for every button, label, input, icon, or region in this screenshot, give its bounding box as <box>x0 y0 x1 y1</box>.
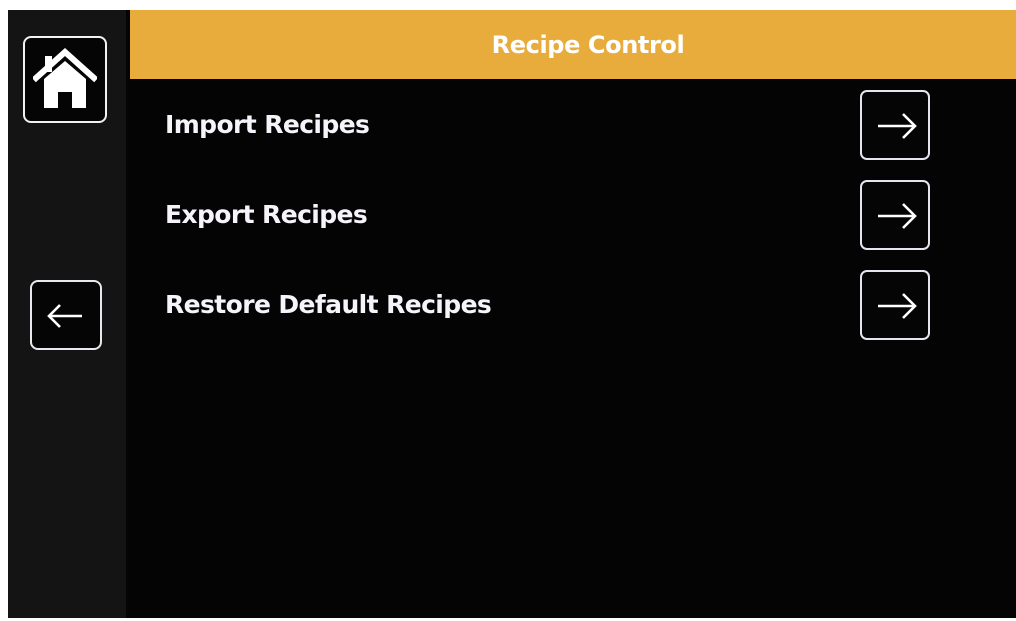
menu-item-label[interactable]: Import Recipes <box>165 110 370 139</box>
sidebar <box>8 10 126 618</box>
home-button[interactable] <box>23 36 107 123</box>
restore-default-recipes-button[interactable] <box>860 270 930 340</box>
arrow-right-icon <box>878 293 917 319</box>
import-recipes-button[interactable] <box>860 90 930 160</box>
menu-item-import-recipes: Import Recipes <box>130 90 1016 170</box>
back-button[interactable] <box>30 280 102 350</box>
menu-item-label[interactable]: Restore Default Recipes <box>165 290 492 319</box>
menu-item-export-recipes: Export Recipes <box>130 180 1016 260</box>
page-title: Recipe Control <box>491 30 685 59</box>
menu-item-restore-default-recipes: Restore Default Recipes <box>130 270 1016 350</box>
export-recipes-button[interactable] <box>860 180 930 250</box>
screen: Recipe Control Import Recipes Export Rec… <box>8 10 1016 618</box>
arrow-left-icon <box>47 304 82 328</box>
arrow-right-icon <box>878 113 917 139</box>
menu-item-label[interactable]: Export Recipes <box>165 200 368 229</box>
home-icon <box>33 47 97 108</box>
title-bar: Recipe Control <box>130 10 1016 79</box>
arrow-right-icon <box>878 203 917 229</box>
